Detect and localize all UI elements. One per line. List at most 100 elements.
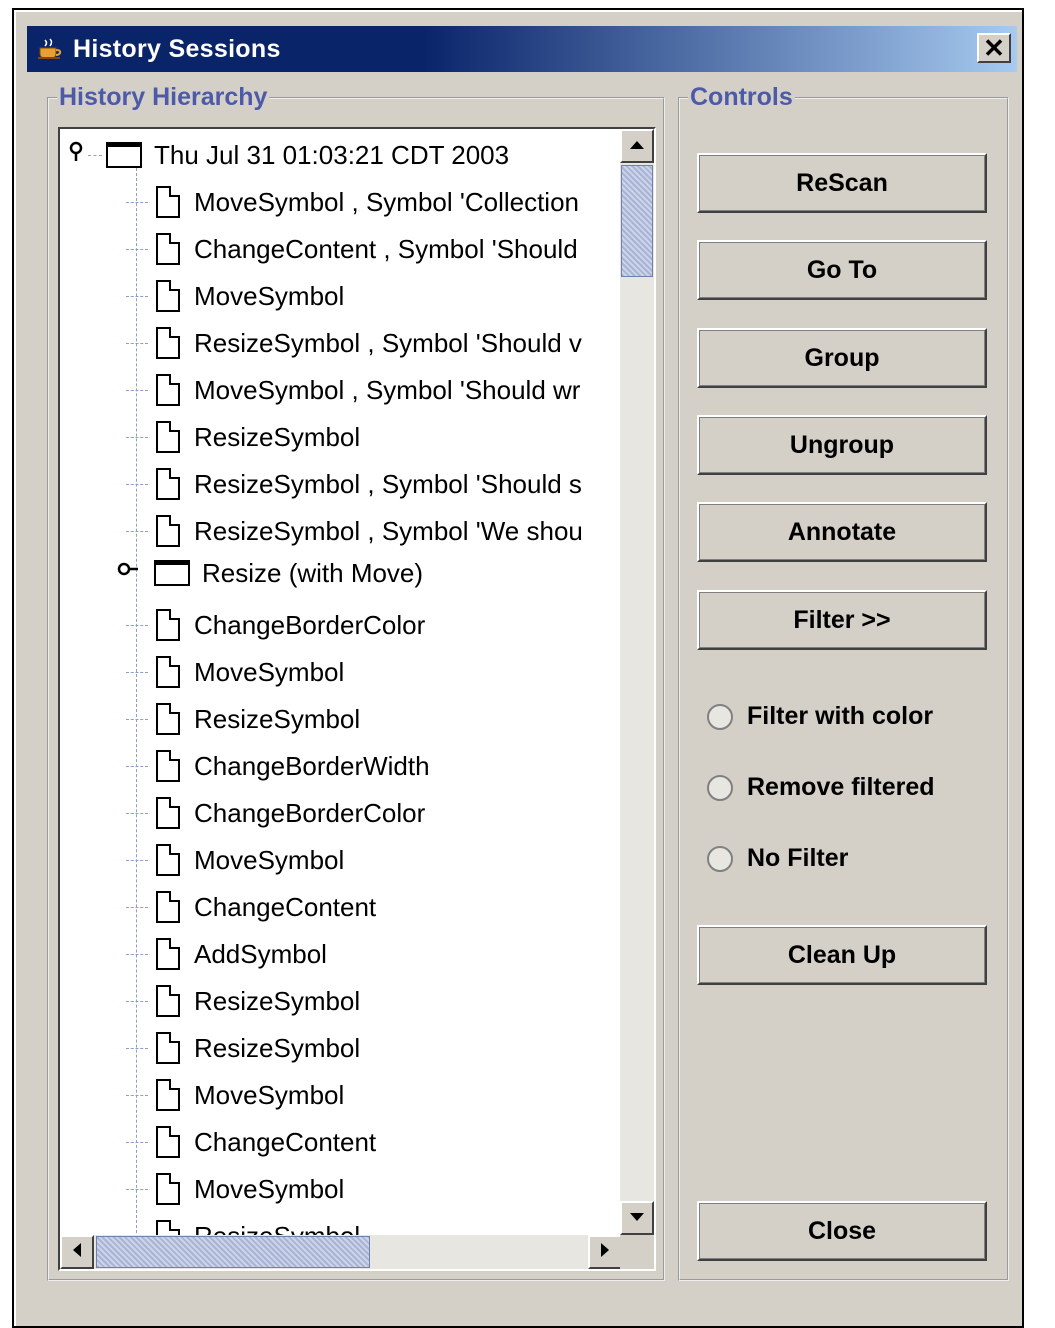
tree-leaf-node[interactable]: ChangeBorderColor xyxy=(156,603,425,647)
tree-leaf-node[interactable]: AddSymbol xyxy=(156,932,327,976)
rescan-button[interactable]: ReScan xyxy=(697,153,987,213)
tree-group-label: Resize (with Move) xyxy=(202,557,424,588)
tree-leaf-node[interactable]: ResizeSymbol xyxy=(156,1214,360,1235)
arrow-left-icon xyxy=(72,1242,82,1263)
document-icon xyxy=(156,891,180,923)
tree-leaf-node[interactable]: MoveSymbol xyxy=(156,1073,344,1117)
tree-leaf-node[interactable]: ChangeBorderColor xyxy=(156,791,425,835)
tree-connector xyxy=(126,1142,148,1143)
tree-leaf-label: MoveSymbol xyxy=(194,656,345,687)
tree-leaf-node[interactable]: ResizeSymbol xyxy=(156,697,360,741)
tree-connector xyxy=(126,437,148,438)
document-icon xyxy=(156,327,180,359)
tree-leaf-label: ChangeBorderColor xyxy=(194,797,426,828)
document-icon xyxy=(156,421,180,453)
tree-connector xyxy=(126,954,148,955)
tree-connector xyxy=(126,860,148,861)
document-icon xyxy=(156,750,180,782)
tree-connector xyxy=(126,202,148,203)
tree-leaf-node[interactable]: ChangeContent , Symbol 'Should xyxy=(156,227,578,271)
tree-leaf-label: ResizeSymbol xyxy=(194,421,361,452)
tree-connector xyxy=(126,1001,148,1002)
radio-remove-filtered[interactable]: Remove filtered xyxy=(707,773,935,802)
tree-connector xyxy=(126,907,148,908)
radio-filter-with-color[interactable]: Filter with color xyxy=(707,702,933,731)
tree-leaf-node[interactable]: MoveSymbol xyxy=(156,650,344,694)
tree-leaf-label: ChangeBorderWidth xyxy=(194,750,430,781)
tree-connector xyxy=(126,766,148,767)
go-to-button[interactable]: Go To xyxy=(697,240,987,300)
tree-leaf-node[interactable]: MoveSymbol xyxy=(156,274,344,318)
tree-group-node[interactable]: Resize (with Move) xyxy=(154,551,423,595)
tree-leaf-node[interactable]: ResizeSymbol , Symbol 'Should v xyxy=(156,321,582,365)
tree-expand-handle-icon[interactable] xyxy=(116,559,138,579)
horizontal-scroll-thumb[interactable] xyxy=(96,1236,370,1268)
tree-leaf-node[interactable]: ResizeSymbol xyxy=(156,979,360,1023)
radio-no-filter-label: No Filter xyxy=(747,844,849,872)
tree-leaf-node[interactable]: ChangeBorderWidth xyxy=(156,744,430,788)
document-icon xyxy=(156,1173,180,1205)
tree-leaf-node[interactable]: ResizeSymbol , Symbol 'Should s xyxy=(156,462,582,506)
history-tree-scrollpane: Thu Jul 31 01:03:21 CDT 2003 MoveSymbol … xyxy=(58,127,656,1271)
tree-root-node[interactable]: Thu Jul 31 01:03:21 CDT 2003 xyxy=(106,133,509,177)
tree-leaf-node[interactable]: MoveSymbol , Symbol 'Should wr xyxy=(156,368,580,412)
scroll-left-button[interactable] xyxy=(60,1235,94,1269)
radio-button-icon[interactable] xyxy=(707,774,733,801)
tree-connector xyxy=(126,249,148,250)
document-icon xyxy=(156,844,180,876)
document-icon xyxy=(156,280,180,312)
annotate-button[interactable]: Annotate xyxy=(697,502,987,562)
tree-leaf-label: ChangeContent , Symbol 'Should xyxy=(194,233,578,264)
close-icon: ✕ xyxy=(983,32,1005,63)
filter-button[interactable]: Filter >> xyxy=(697,590,987,650)
tree-leaf-node[interactable]: MoveSymbol xyxy=(156,1167,344,1211)
tree-leaf-node[interactable]: MoveSymbol , Symbol 'Collection xyxy=(156,180,579,224)
tree-connector xyxy=(88,155,102,156)
vertical-scroll-thumb[interactable] xyxy=(621,165,653,277)
clean-up-button[interactable]: Clean Up xyxy=(697,925,987,985)
window-title: History Sessions xyxy=(73,34,281,63)
document-icon xyxy=(156,1220,180,1235)
tree-leaf-label: ResizeSymbol xyxy=(194,1221,360,1236)
tree-connector xyxy=(126,531,148,532)
close-button[interactable]: Close xyxy=(697,1201,987,1261)
document-icon xyxy=(156,985,180,1017)
scroll-right-button[interactable] xyxy=(588,1235,622,1269)
tree-expand-handle-icon[interactable] xyxy=(68,141,88,161)
tree-connector xyxy=(126,296,148,297)
tree-leaf-node[interactable]: ResizeSymbol xyxy=(156,1026,360,1070)
tree-connector xyxy=(126,390,148,391)
group-button[interactable]: Group xyxy=(697,328,987,388)
tree-leaf-label: MoveSymbol , Symbol 'Should wr xyxy=(194,374,581,405)
scroll-up-button[interactable] xyxy=(620,129,654,163)
tree-leaf-label: AddSymbol xyxy=(194,938,327,969)
tree-leaf-label: MoveSymbol xyxy=(194,1079,345,1110)
tree-leaf-label: MoveSymbol xyxy=(194,280,345,311)
tree-leaf-node[interactable]: MoveSymbol xyxy=(156,838,344,882)
tree-vertical-scrollbar[interactable] xyxy=(620,129,654,1235)
controls-legend: Controls xyxy=(688,83,795,111)
history-tree[interactable]: Thu Jul 31 01:03:21 CDT 2003 MoveSymbol … xyxy=(60,129,622,1235)
tree-leaf-node[interactable]: ChangeContent xyxy=(156,1120,376,1164)
tree-leaf-node[interactable]: ChangeContent xyxy=(156,885,376,929)
document-icon xyxy=(156,609,180,641)
radio-no-filter[interactable]: No Filter xyxy=(707,844,848,873)
close-window-button[interactable]: ✕ xyxy=(977,33,1011,63)
tree-leaf-node[interactable]: ResizeSymbol xyxy=(156,415,360,459)
radio-remove-filtered-label: Remove filtered xyxy=(747,773,935,801)
tree-leaf-label: ChangeContent xyxy=(194,891,377,922)
tree-guide-line xyxy=(136,163,137,1235)
document-icon xyxy=(156,797,180,829)
title-bar[interactable]: History Sessions ✕ xyxy=(27,26,1017,72)
radio-button-icon[interactable] xyxy=(707,845,733,872)
tree-leaf-node[interactable]: ResizeSymbol , Symbol 'We shou xyxy=(156,509,583,553)
document-icon xyxy=(156,186,180,218)
tree-connector xyxy=(126,625,148,626)
arrow-down-icon xyxy=(629,1209,645,1227)
document-icon xyxy=(156,656,180,688)
tree-horizontal-scrollbar[interactable] xyxy=(60,1235,622,1269)
scroll-down-button[interactable] xyxy=(620,1201,654,1235)
ungroup-button[interactable]: Ungroup xyxy=(697,415,987,475)
radio-button-icon[interactable] xyxy=(707,703,733,730)
document-icon xyxy=(156,515,180,547)
